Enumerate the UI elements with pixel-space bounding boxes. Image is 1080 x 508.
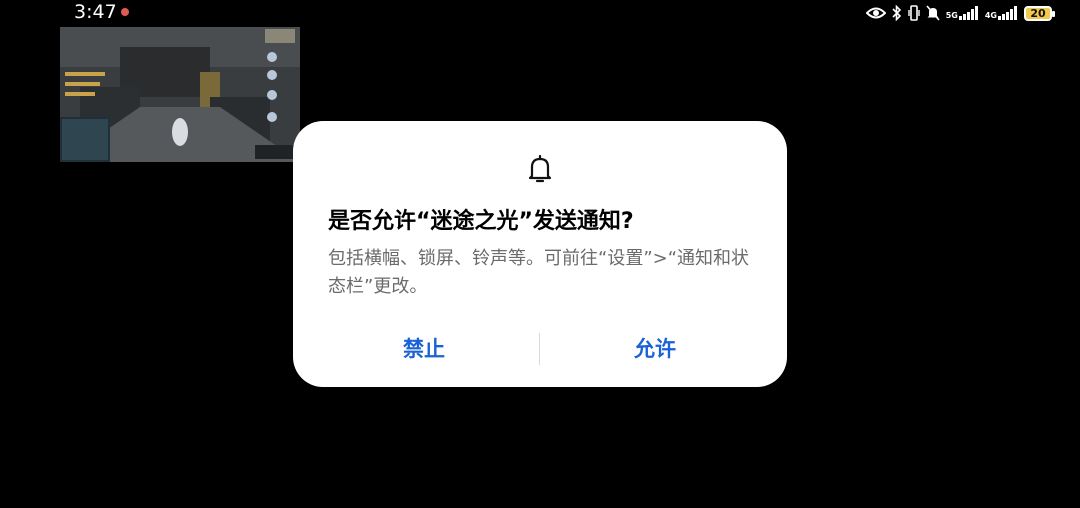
- button-divider: [539, 333, 540, 365]
- floating-game-window[interactable]: [60, 27, 300, 162]
- mute-icon: [926, 5, 940, 21]
- signal-5g-icon: 5G: [946, 6, 979, 20]
- status-bar: 3:47 5G 4G 20: [0, 0, 1080, 26]
- signal-4g-icon: 4G: [985, 6, 1018, 20]
- game-screen-thumbnail: [60, 27, 300, 162]
- eye-icon: [865, 7, 886, 19]
- bluetooth-icon: [892, 5, 901, 21]
- net1-label: 5G: [945, 11, 958, 20]
- battery-icon: 20: [1024, 5, 1055, 21]
- notification-permission-dialog: 是否允许“迷途之光”发送通知? 包括横幅、锁屏、铃声等。可前往“设置”>“通知和…: [293, 121, 787, 387]
- bell-icon: [528, 154, 552, 183]
- recording-indicator-icon: [121, 8, 129, 16]
- status-icons: 5G 4G 20: [865, 2, 1055, 24]
- battery-level: 20: [1030, 6, 1046, 20]
- deny-button[interactable]: 禁止: [324, 331, 524, 367]
- dialog-message: 包括横幅、锁屏、铃声等。可前往“设置”>“通知和状态栏”更改。: [328, 248, 750, 297]
- vibrate-icon: [908, 5, 920, 21]
- allow-button[interactable]: 允许: [555, 331, 755, 367]
- status-time: 3:47: [74, 1, 117, 23]
- net2-label: 4G: [984, 11, 997, 20]
- dialog-title: 是否允许“迷途之光”发送通知?: [328, 209, 634, 234]
